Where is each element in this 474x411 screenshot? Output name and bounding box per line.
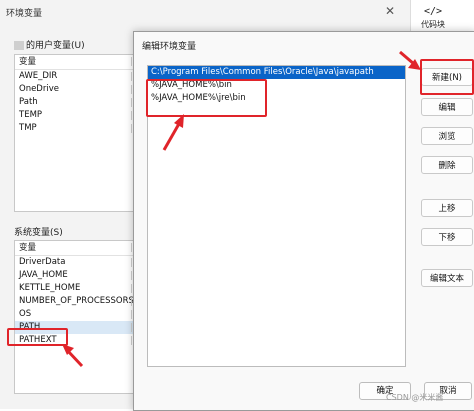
system-vars-label: 系统变量(S) bbox=[14, 228, 63, 238]
close-icon[interactable]: ✕ bbox=[375, 2, 405, 20]
user-vars-label-text: 的用户变量(U) bbox=[26, 41, 85, 51]
column-separator bbox=[131, 336, 132, 345]
code-block-label: 代码块 bbox=[421, 20, 445, 29]
column-separator bbox=[131, 111, 132, 120]
column-separator bbox=[131, 297, 132, 306]
column-separator bbox=[131, 85, 132, 94]
user-vars-header[interactable]: 变量 bbox=[15, 55, 141, 70]
list-item-label: OneDrive bbox=[19, 84, 59, 94]
list-item-label: NUMBER_OF_PROCESSORS bbox=[19, 296, 134, 306]
column-separator bbox=[131, 271, 132, 280]
column-header-variable: 变量 bbox=[19, 57, 37, 67]
path-entry-selected[interactable]: C:\Program Files\Common Files\Oracle\Jav… bbox=[148, 66, 405, 79]
column-separator bbox=[131, 98, 132, 107]
window-titlebar: 环境变量 ✕ bbox=[0, 0, 410, 22]
list-item-label: OS bbox=[19, 309, 32, 319]
list-item[interactable]: TEMP bbox=[15, 109, 141, 122]
list-item-label: Path bbox=[19, 97, 38, 107]
move-up-button[interactable]: 上移 bbox=[421, 199, 473, 217]
user-vars-list[interactable]: 变量 AWE_DIR OneDrive Path TEMP TMP bbox=[14, 54, 142, 212]
list-item[interactable]: NUMBER_OF_PROCESSORS bbox=[15, 295, 141, 308]
window-title: 环境变量 bbox=[6, 9, 43, 19]
user-vars-label: 的用户变量(U) bbox=[14, 38, 85, 51]
edit-button[interactable]: 编辑 bbox=[421, 98, 473, 116]
new-button-highlight-box bbox=[420, 59, 474, 95]
column-separator bbox=[131, 310, 132, 319]
list-item-label: DriverData bbox=[19, 257, 66, 267]
edit-text-button[interactable]: 编辑文本 bbox=[421, 269, 473, 287]
list-item-label: TMP bbox=[19, 123, 37, 133]
list-item[interactable]: TMP bbox=[15, 122, 141, 135]
list-item[interactable]: Path bbox=[15, 96, 141, 109]
column-separator bbox=[131, 57, 132, 66]
code-icon: </> bbox=[423, 6, 443, 17]
list-item-label: KETTLE_HOME bbox=[19, 283, 81, 293]
column-separator bbox=[131, 284, 132, 293]
system-vars-list[interactable]: 变量 DriverData JAVA_HOME KETTLE_HOME NUMB… bbox=[14, 240, 142, 394]
list-item[interactable]: OS bbox=[15, 308, 141, 321]
column-separator bbox=[131, 323, 132, 332]
browse-button[interactable]: 浏览 bbox=[421, 127, 473, 145]
path-highlight-box bbox=[7, 328, 68, 346]
system-vars-header[interactable]: 变量 bbox=[15, 241, 141, 256]
watermark: CSDN @米米酱 bbox=[386, 393, 444, 402]
column-separator bbox=[131, 124, 132, 133]
move-down-button[interactable]: 下移 bbox=[421, 228, 473, 246]
column-separator bbox=[131, 258, 132, 267]
list-item-label: AWE_DIR bbox=[19, 71, 58, 81]
list-item[interactable]: AWE_DIR bbox=[15, 70, 141, 83]
list-item[interactable]: JAVA_HOME bbox=[15, 269, 141, 282]
list-item-label: TEMP bbox=[19, 110, 43, 120]
dialog-title: 编辑环境变量 bbox=[142, 42, 197, 52]
column-separator bbox=[131, 243, 132, 252]
column-header-variable: 变量 bbox=[19, 243, 37, 253]
list-item[interactable]: KETTLE_HOME bbox=[15, 282, 141, 295]
delete-button[interactable]: 删除 bbox=[421, 156, 473, 174]
code-block-tool[interactable]: </> 代码块 bbox=[418, 6, 448, 30]
java-paths-highlight-box bbox=[146, 79, 267, 117]
list-item-label: JAVA_HOME bbox=[19, 270, 68, 280]
list-item[interactable]: OneDrive bbox=[15, 83, 141, 96]
list-item[interactable]: DriverData bbox=[15, 256, 141, 269]
redacted-username bbox=[14, 41, 24, 50]
column-separator bbox=[131, 72, 132, 81]
